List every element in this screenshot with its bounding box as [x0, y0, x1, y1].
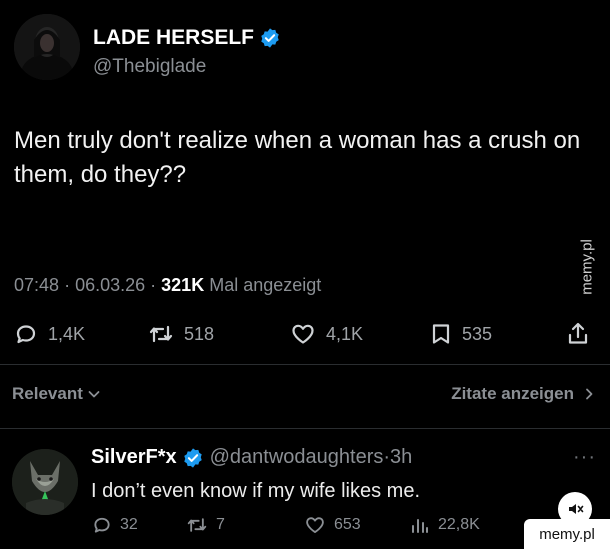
reply-reply-count: 32: [120, 516, 138, 533]
watermark-badge: memy.pl: [524, 519, 610, 549]
reply-retweet-button[interactable]: 7: [186, 512, 225, 538]
reply-views-button[interactable]: 22,8K: [410, 512, 480, 538]
author-name-text[interactable]: LADE HERSELF: [93, 26, 254, 50]
view-quotes-link[interactable]: Zitate anzeigen: [451, 384, 594, 404]
tweet-actions: 1,4K 518 4,1K 535: [0, 318, 610, 350]
like-button[interactable]: 4,1K: [290, 318, 363, 350]
reply-time[interactable]: 3h: [390, 446, 412, 469]
reply-like-count: 653: [334, 516, 361, 533]
retweet-count: 518: [184, 323, 215, 344]
retweet-icon: [149, 325, 173, 343]
reply-views-count: 22,8K: [438, 516, 480, 533]
tweet-time[interactable]: 07:48: [14, 275, 59, 295]
meta-separator: ·: [64, 275, 76, 295]
like-icon: [306, 517, 324, 533]
tweet-text: Men truly don't realize when a woman has…: [14, 127, 581, 188]
share-button[interactable]: [566, 318, 600, 350]
reply-button[interactable]: 1,4K: [14, 318, 85, 350]
reply-author-name[interactable]: SilverF*x: [91, 446, 177, 469]
fox-avatar-image: [12, 449, 78, 515]
reply-reply-button[interactable]: 32: [92, 512, 138, 538]
reply-actions: 32 7 653 22,8K: [0, 512, 610, 538]
reply-retweet-count: 7: [216, 516, 225, 533]
reply-avatar[interactable]: [12, 449, 78, 515]
bookmark-icon: [432, 324, 450, 344]
author-name[interactable]: LADE HERSELF: [93, 26, 281, 50]
author-handle[interactable]: @Thebiglade: [93, 56, 206, 78]
meta-separator: ·: [150, 275, 162, 295]
bookmark-count: 535: [462, 323, 493, 344]
like-count: 4,1K: [326, 323, 364, 344]
divider: [0, 364, 610, 365]
verified-badge-icon: [261, 28, 279, 48]
retweet-button[interactable]: 518: [148, 318, 214, 350]
views-count: 321K: [161, 275, 205, 295]
share-icon: [568, 322, 588, 344]
watermark-side: memy.pl: [572, 232, 602, 302]
bookmark-button[interactable]: 535: [430, 318, 492, 350]
views-icon: [412, 519, 428, 533]
divider: [0, 428, 610, 429]
chevron-down-icon: [88, 391, 100, 398]
reply-text: I don’t even know if my wife likes me.: [91, 480, 421, 502]
tweet-meta: 07:48 · 06.03.26 · 321K Mal angezeigt: [14, 275, 321, 296]
views-label: Mal angezeigt: [209, 275, 322, 295]
like-icon: [292, 324, 314, 344]
meta-separator: ·: [383, 446, 391, 468]
sort-dropdown[interactable]: Relevant: [12, 384, 101, 404]
author-photo: [14, 14, 80, 80]
sort-label: Relevant: [12, 384, 83, 403]
chevron-right-icon: [586, 388, 593, 400]
reply-author-handle[interactable]: @dantwodaughters: [210, 446, 384, 469]
quotes-label: Zitate anzeigen: [451, 384, 574, 403]
tweet-date[interactable]: 06.03.26: [75, 275, 145, 295]
reply-icon: [16, 325, 36, 344]
watermark-side-text: memy.pl: [578, 239, 596, 295]
verified-badge-icon: [183, 447, 202, 468]
author-avatar[interactable]: [14, 14, 80, 80]
reply-icon: [94, 517, 110, 533]
retweet-icon: [187, 518, 207, 532]
more-icon[interactable]: ···: [573, 446, 596, 469]
reply-like-button[interactable]: 653: [304, 512, 361, 538]
reply-count: 1,4K: [48, 323, 86, 344]
reply-header: SilverF*x @dantwodaughters · 3h: [91, 446, 412, 469]
sound-icon: [569, 504, 584, 514]
